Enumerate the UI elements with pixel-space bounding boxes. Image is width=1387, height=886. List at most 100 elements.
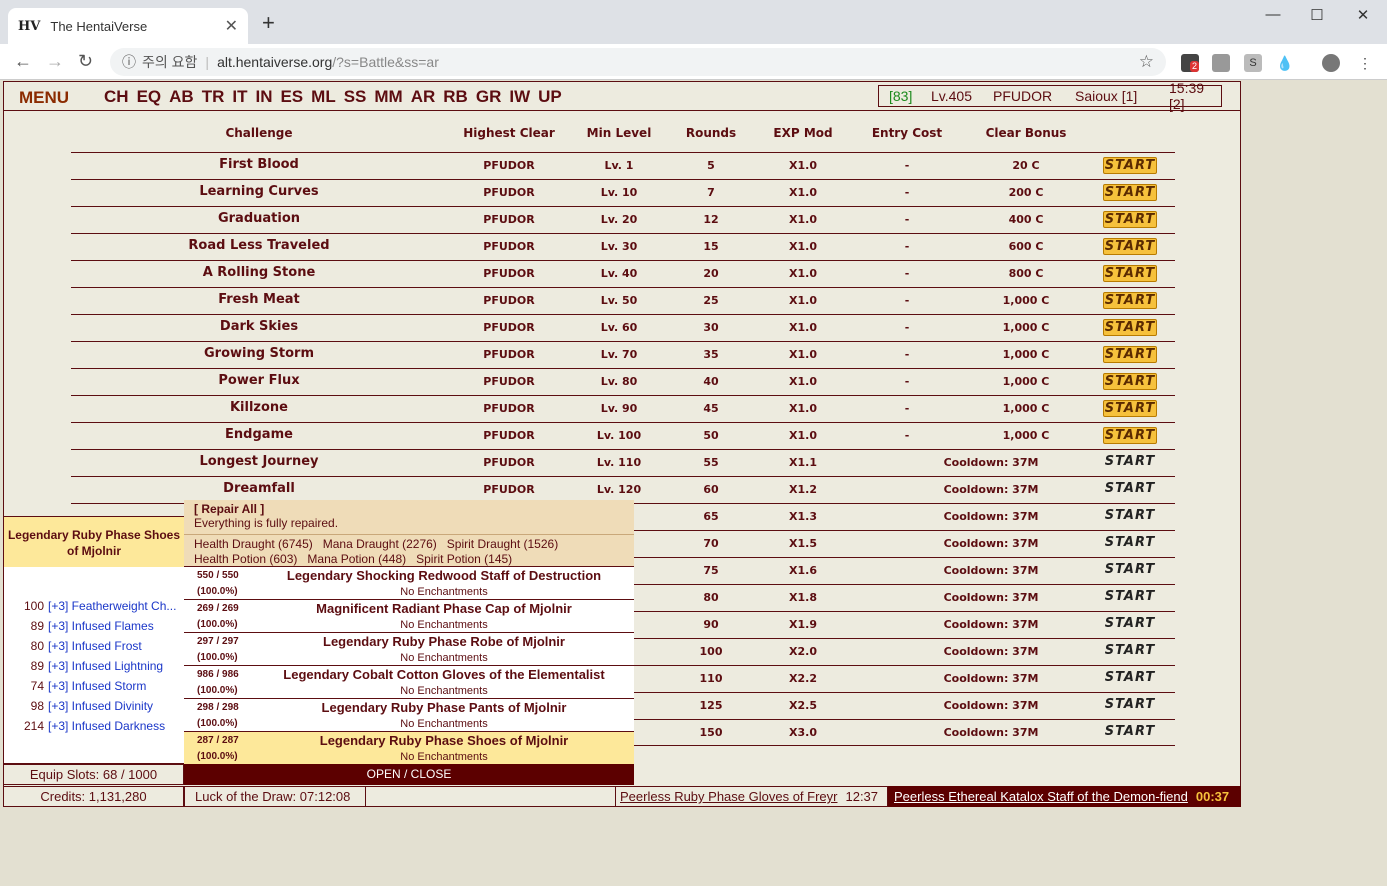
start-button[interactable]: START [1103, 535, 1157, 552]
lottery-armor[interactable]: Peerless Ethereal Katalox Staff of the D… [888, 786, 1241, 807]
start-button[interactable]: START [1103, 508, 1157, 525]
start-button[interactable]: START [1103, 184, 1157, 201]
start-button[interactable]: START [1103, 346, 1157, 363]
start-button[interactable]: START [1103, 643, 1157, 660]
equipment-item[interactable]: 297 / 297 (100.0%) Legendary Ruby Phase Ro… [184, 632, 634, 665]
minimize-icon[interactable]: — [1258, 6, 1288, 28]
draughts-line[interactable]: Health Draught (6745) Mana Draught (2276… [194, 537, 624, 552]
menu-link-ss[interactable]: SS [344, 87, 367, 107]
menu-link-ar[interactable]: AR [411, 87, 436, 107]
dropper-icon[interactable]: 💧 [1276, 54, 1294, 72]
browser-tab[interactable]: HV The HentaiVerse ✕ [8, 8, 248, 44]
lottery-weapon[interactable]: Peerless Ruby Phase Gloves of Freyr 12:37 [615, 786, 888, 807]
difficulty-value[interactable]: PFUDOR [993, 88, 1052, 104]
menu-link-up[interactable]: UP [538, 87, 562, 107]
start-button[interactable]: START [1103, 724, 1157, 741]
equipment-item[interactable]: 287 / 287 (100.0%) Legendary Ruby Phase Sh… [184, 731, 634, 764]
equipment-item[interactable]: 550 / 550 (100.0%) Legendary Shocking Redw… [184, 566, 634, 599]
menu-link-es[interactable]: ES [280, 87, 303, 107]
start-button[interactable]: START [1103, 211, 1157, 228]
cell-name: Road Less Traveled [188, 238, 330, 253]
lottery-weapon-item[interactable]: Peerless Ruby Phase Gloves of Freyr [620, 789, 837, 804]
cell-bonus: 1,000 C [1002, 375, 1050, 388]
consumables-section: Health Draught (6745) Mana Draught (2276… [184, 534, 634, 566]
tab-close-icon[interactable]: ✕ [225, 16, 238, 36]
url-input[interactable]: ⓘ 주의 요함 | alt.hentaiverse.org/?s=Battle&… [110, 48, 1166, 76]
durability-percent: (100.0%) [197, 586, 238, 597]
start-button[interactable]: START [1103, 562, 1157, 579]
start-button[interactable]: START [1103, 319, 1157, 336]
menu-link-it[interactable]: IT [232, 87, 247, 107]
start-button[interactable]: START [1103, 265, 1157, 282]
start-button[interactable]: START [1103, 697, 1157, 714]
header-challenge: Challenge [225, 126, 293, 140]
start-button[interactable]: START [1103, 427, 1157, 444]
menu-link-iw[interactable]: IW [509, 87, 530, 107]
menu-button[interactable]: MENU [19, 88, 69, 108]
extension-icon[interactable]: 2 [1181, 54, 1200, 72]
cell-exp: X2.0 [789, 645, 817, 658]
window-close-icon[interactable]: ✕ [1348, 6, 1378, 28]
durability-value: 269 / 269 [197, 603, 239, 614]
cell-name: Learning Curves [199, 184, 319, 199]
start-button[interactable]: START [1103, 481, 1157, 498]
back-icon[interactable]: ← [14, 51, 32, 72]
bookmark-star-icon[interactable]: ☆ [1139, 52, 1154, 72]
equipment-item[interactable]: 298 / 298 (100.0%) Legendary Ruby Phase Pa… [184, 698, 634, 731]
info-icon[interactable]: ⓘ [122, 52, 136, 72]
player-name[interactable]: Saioux [1] [1075, 88, 1137, 104]
menu-link-ab[interactable]: AB [169, 87, 194, 107]
extension-2-icon[interactable] [1212, 54, 1230, 72]
maximize-icon[interactable]: ☐ [1302, 6, 1332, 28]
profile-avatar[interactable] [1322, 54, 1340, 72]
cell-rounds: 80 [703, 591, 719, 604]
menu-link-in[interactable]: IN [255, 87, 272, 107]
menu-link-rb[interactable]: RB [443, 87, 468, 107]
cell-exp: X1.0 [789, 348, 817, 361]
cell-name: Killzone [229, 400, 288, 415]
browser-menu-icon[interactable]: ⋮ [1356, 54, 1374, 72]
menu-link-gr[interactable]: GR [476, 87, 502, 107]
open-close-button[interactable]: OPEN / CLOSE [184, 764, 634, 785]
start-button[interactable]: START [1103, 454, 1157, 471]
equipment-item[interactable]: 986 / 986 (100.0%) Legendary Cobalt Cotton… [184, 665, 634, 698]
menu-link-mm[interactable]: MM [374, 87, 402, 107]
repair-all-link[interactable]: [ Repair All ] [194, 502, 624, 516]
menu-link-eq[interactable]: EQ [137, 87, 162, 107]
start-button[interactable]: START [1103, 292, 1157, 309]
menu-link-ch[interactable]: CH [104, 87, 129, 107]
start-button[interactable]: START [1103, 157, 1157, 174]
stat-label: [+3] Infused Lightning [48, 659, 164, 673]
menu-link-tr[interactable]: TR [202, 87, 225, 107]
cell-rounds: 90 [703, 618, 719, 631]
start-button[interactable]: START [1103, 373, 1157, 390]
equipment-name: Legendary Ruby Phase Robe of Mjolnir [323, 634, 565, 649]
start-button[interactable]: START [1103, 670, 1157, 687]
extension-s-icon[interactable]: S [1244, 54, 1262, 72]
cell-highest: PFUDOR [483, 429, 535, 442]
reload-icon[interactable]: ↻ [78, 51, 93, 72]
equipment-name: Legendary Shocking Redwood Staff of Dest… [286, 568, 602, 583]
start-button[interactable]: START [1103, 616, 1157, 633]
potions-line[interactable]: Health Potion (603) Mana Potion (448) Sp… [194, 552, 624, 567]
start-button[interactable]: START [1103, 589, 1157, 606]
start-button[interactable]: START [1103, 238, 1157, 255]
cell-name: A Rolling Stone [202, 265, 316, 280]
equipment-list: 550 / 550 (100.0%) Legendary Shocking Redw… [184, 566, 634, 764]
cell-entry: - [904, 402, 910, 415]
cell-min: Lv. 120 [596, 483, 642, 496]
status-box: [83] Lv.405 PFUDOR Saioux [1] 15:39 [2] [878, 80, 1222, 112]
cell-rounds: 65 [703, 510, 719, 523]
header-entry: Entry Cost [871, 126, 943, 140]
tab-title: The HentaiVerse [50, 18, 148, 34]
cell-exp: X2.5 [789, 699, 817, 712]
cell-bonus: Cooldown: 37M [943, 672, 1039, 685]
cell-rounds: 60 [703, 483, 719, 496]
cell-name: Graduation [217, 211, 301, 226]
menu-link-ml[interactable]: ML [311, 87, 336, 107]
lottery-armor-item[interactable]: Peerless Ethereal Katalox Staff of the D… [894, 789, 1188, 804]
equipment-item[interactable]: 269 / 269 (100.0%) Magnificent Radiant Pha… [184, 599, 634, 632]
start-button[interactable]: START [1103, 400, 1157, 417]
new-tab-icon[interactable]: + [262, 10, 275, 36]
forward-icon[interactable]: → [46, 51, 64, 72]
